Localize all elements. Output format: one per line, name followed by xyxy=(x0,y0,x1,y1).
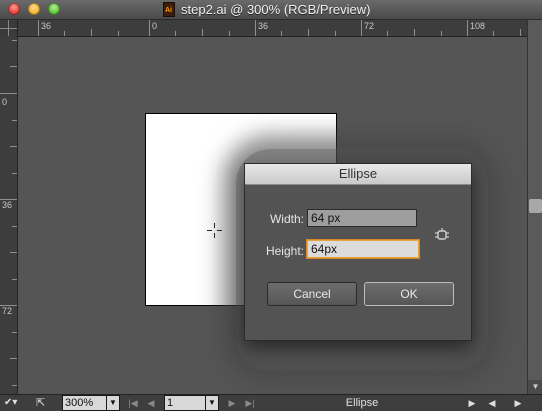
status-bar: ✔▾ ⇱ 300% ▼ |◀ ◀ 1 ▼ ▶ ▶| Ellipse ▶ ◀ ▶ xyxy=(0,394,542,411)
hruler-label: 72 xyxy=(364,21,375,31)
illustrator-document-icon: Ai xyxy=(163,2,175,17)
cancel-button[interactable]: Cancel xyxy=(267,282,357,306)
horizontal-ruler[interactable]: 36 0 36 72 108 xyxy=(18,20,527,37)
vruler-label: 0 xyxy=(2,97,8,107)
scroll-right-arrow-icon[interactable]: ▶ xyxy=(512,396,524,410)
vertical-ruler[interactable]: 0 36 72 xyxy=(0,36,18,394)
crosshair-cursor-icon xyxy=(207,223,222,238)
ellipse-dialog: Ellipse Width: 64 px Height: 64px Cancel… xyxy=(244,163,472,341)
current-tool-label: Ellipse xyxy=(345,397,379,409)
height-label: Height: xyxy=(265,244,304,258)
vruler-label: 72 xyxy=(2,306,13,316)
width-label: Width: xyxy=(269,212,304,226)
ruler-origin-corner[interactable] xyxy=(0,20,18,37)
minimize-window-button[interactable] xyxy=(28,3,40,15)
status-menu-arrow-icon[interactable]: ▶ xyxy=(466,396,478,410)
hruler-label: 36 xyxy=(41,21,52,31)
height-field[interactable]: 64px xyxy=(307,240,419,258)
artboard-number-field[interactable]: 1 xyxy=(164,395,209,411)
zoom-window-button[interactable] xyxy=(48,3,60,15)
window-titlebar: Ai step2.ai @ 300% (RGB/Preview) xyxy=(0,0,542,20)
scrollbar-thumb[interactable] xyxy=(529,199,542,213)
artboard-dropdown-chevron-icon[interactable]: ▼ xyxy=(205,395,219,411)
document-icon-label: Ai xyxy=(165,7,172,14)
first-artboard-icon[interactable]: |◀ xyxy=(127,396,139,410)
hruler-label: 108 xyxy=(470,21,486,31)
next-artboard-icon[interactable]: ▶ xyxy=(226,396,238,410)
zoom-level-field[interactable]: 300% xyxy=(62,395,111,411)
previous-artboard-icon[interactable]: ◀ xyxy=(145,396,157,410)
dialog-title: Ellipse xyxy=(245,164,471,185)
scroll-left-arrow-icon[interactable]: ◀ xyxy=(486,396,498,410)
ok-button[interactable]: OK xyxy=(364,282,454,306)
export-icon[interactable]: ⇱ xyxy=(36,396,52,410)
vruler-label: 36 xyxy=(2,200,13,210)
scroll-down-arrow-icon[interactable]: ▼ xyxy=(528,380,542,394)
last-artboard-icon[interactable]: ▶| xyxy=(244,396,256,410)
zoom-dropdown-chevron-icon[interactable]: ▼ xyxy=(106,395,120,411)
width-field[interactable]: 64 px xyxy=(307,209,417,227)
share-menu-icon[interactable]: ✔▾ xyxy=(4,396,26,410)
hruler-label: 36 xyxy=(258,21,269,31)
vertical-scrollbar[interactable]: ▼ xyxy=(527,20,542,394)
window-title: step2.ai @ 300% (RGB/Preview) xyxy=(181,2,371,17)
link-constrain-icon[interactable] xyxy=(435,228,449,242)
hruler-label: 0 xyxy=(152,21,158,31)
close-window-button[interactable] xyxy=(8,3,20,15)
